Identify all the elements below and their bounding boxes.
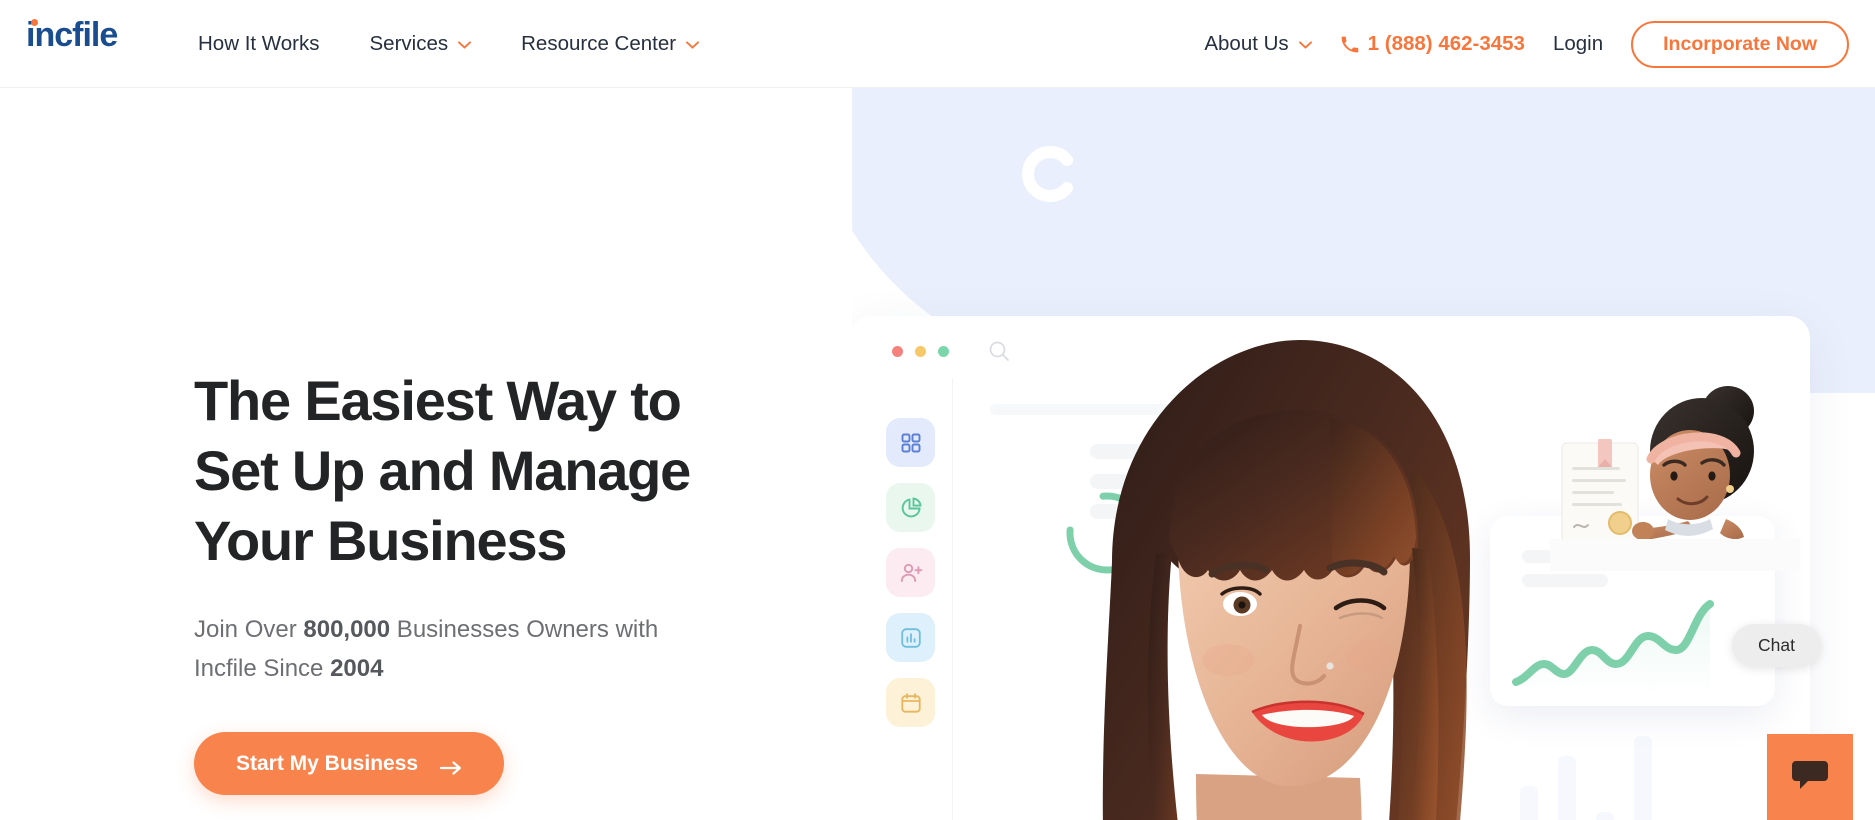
hero-visual	[852, 88, 1875, 820]
nav-label: About Us	[1204, 32, 1289, 55]
cta-label: Start My Business	[236, 751, 419, 775]
dashboard-sidebar	[886, 418, 935, 727]
page-title: The Easiest Way to Set Up and Manage You…	[194, 366, 854, 576]
phone-number: 1 (888) 462-3453	[1367, 32, 1525, 55]
subtitle-year: 2004	[330, 655, 384, 682]
chat-tooltip[interactable]: Chat	[1732, 624, 1821, 667]
logo-dot-icon	[31, 19, 38, 26]
calendar-icon[interactable]	[886, 678, 935, 727]
primary-nav: How It Works Services Resource Center	[198, 0, 700, 88]
headline-line-1: The Easiest Way to	[194, 369, 682, 432]
chevron-down-icon	[1298, 41, 1312, 49]
nav-item-how-it-works[interactable]: How It Works	[198, 32, 320, 56]
hero-subtitle: Join Over 800,000 Businesses Owners with…	[194, 610, 694, 688]
c-swirl-icon	[1020, 143, 1082, 205]
character-illustration	[1550, 371, 1800, 573]
nav-label: Resource Center	[521, 32, 677, 55]
bar-chart-icon[interactable]	[886, 613, 935, 662]
subtitle-count: 800,000	[303, 616, 391, 643]
nav-item-resource-center[interactable]: Resource Center	[521, 32, 700, 56]
nav-item-about-us[interactable]: About Us	[1204, 32, 1312, 56]
window-dot-yellow	[915, 346, 926, 357]
login-link[interactable]: Login	[1553, 32, 1603, 56]
arrow-right-icon	[439, 757, 462, 775]
phone-icon	[1340, 35, 1359, 54]
window-control-dots	[892, 346, 949, 357]
dashboard-mock-card	[852, 316, 1810, 820]
phone-link[interactable]: 1 (888) 462-3453	[1340, 32, 1525, 56]
hero-copy: The Easiest Way to Set Up and Manage You…	[194, 88, 854, 795]
chevron-down-icon	[686, 41, 700, 49]
chevron-down-icon	[458, 41, 472, 49]
subtitle-prefix: Join Over	[194, 616, 304, 643]
secondary-nav: About Us 1 (888) 462-3453 Login Incorpor…	[1204, 0, 1849, 88]
incorporate-now-button[interactable]: Incorporate Now	[1631, 20, 1849, 68]
headline-line-2: Set Up and Manage	[194, 439, 691, 502]
page-root: incfile How It Works Services Resource C…	[0, 0, 1875, 820]
chat-button[interactable]	[1767, 734, 1853, 820]
pie-chart-icon[interactable]	[886, 483, 935, 532]
chat-bubble-icon	[1790, 757, 1830, 798]
sidebar-divider	[952, 378, 953, 820]
brand-logo[interactable]: incfile	[26, 16, 118, 54]
window-dot-green	[938, 346, 949, 357]
add-user-icon[interactable]	[886, 548, 935, 597]
logo-text: incfile	[26, 16, 118, 54]
grid-icon[interactable]	[886, 418, 935, 467]
nav-item-services[interactable]: Services	[370, 32, 472, 56]
start-my-business-button[interactable]: Start My Business	[194, 732, 505, 795]
nav-label: Services	[369, 32, 449, 55]
nav-label: How It Works	[198, 32, 320, 55]
headline-line-3: Your Business	[194, 509, 568, 572]
hero-photo-woman	[1000, 326, 1560, 820]
window-dot-red	[892, 346, 903, 357]
site-header: incfile How It Works Services Resource C…	[0, 0, 1875, 88]
